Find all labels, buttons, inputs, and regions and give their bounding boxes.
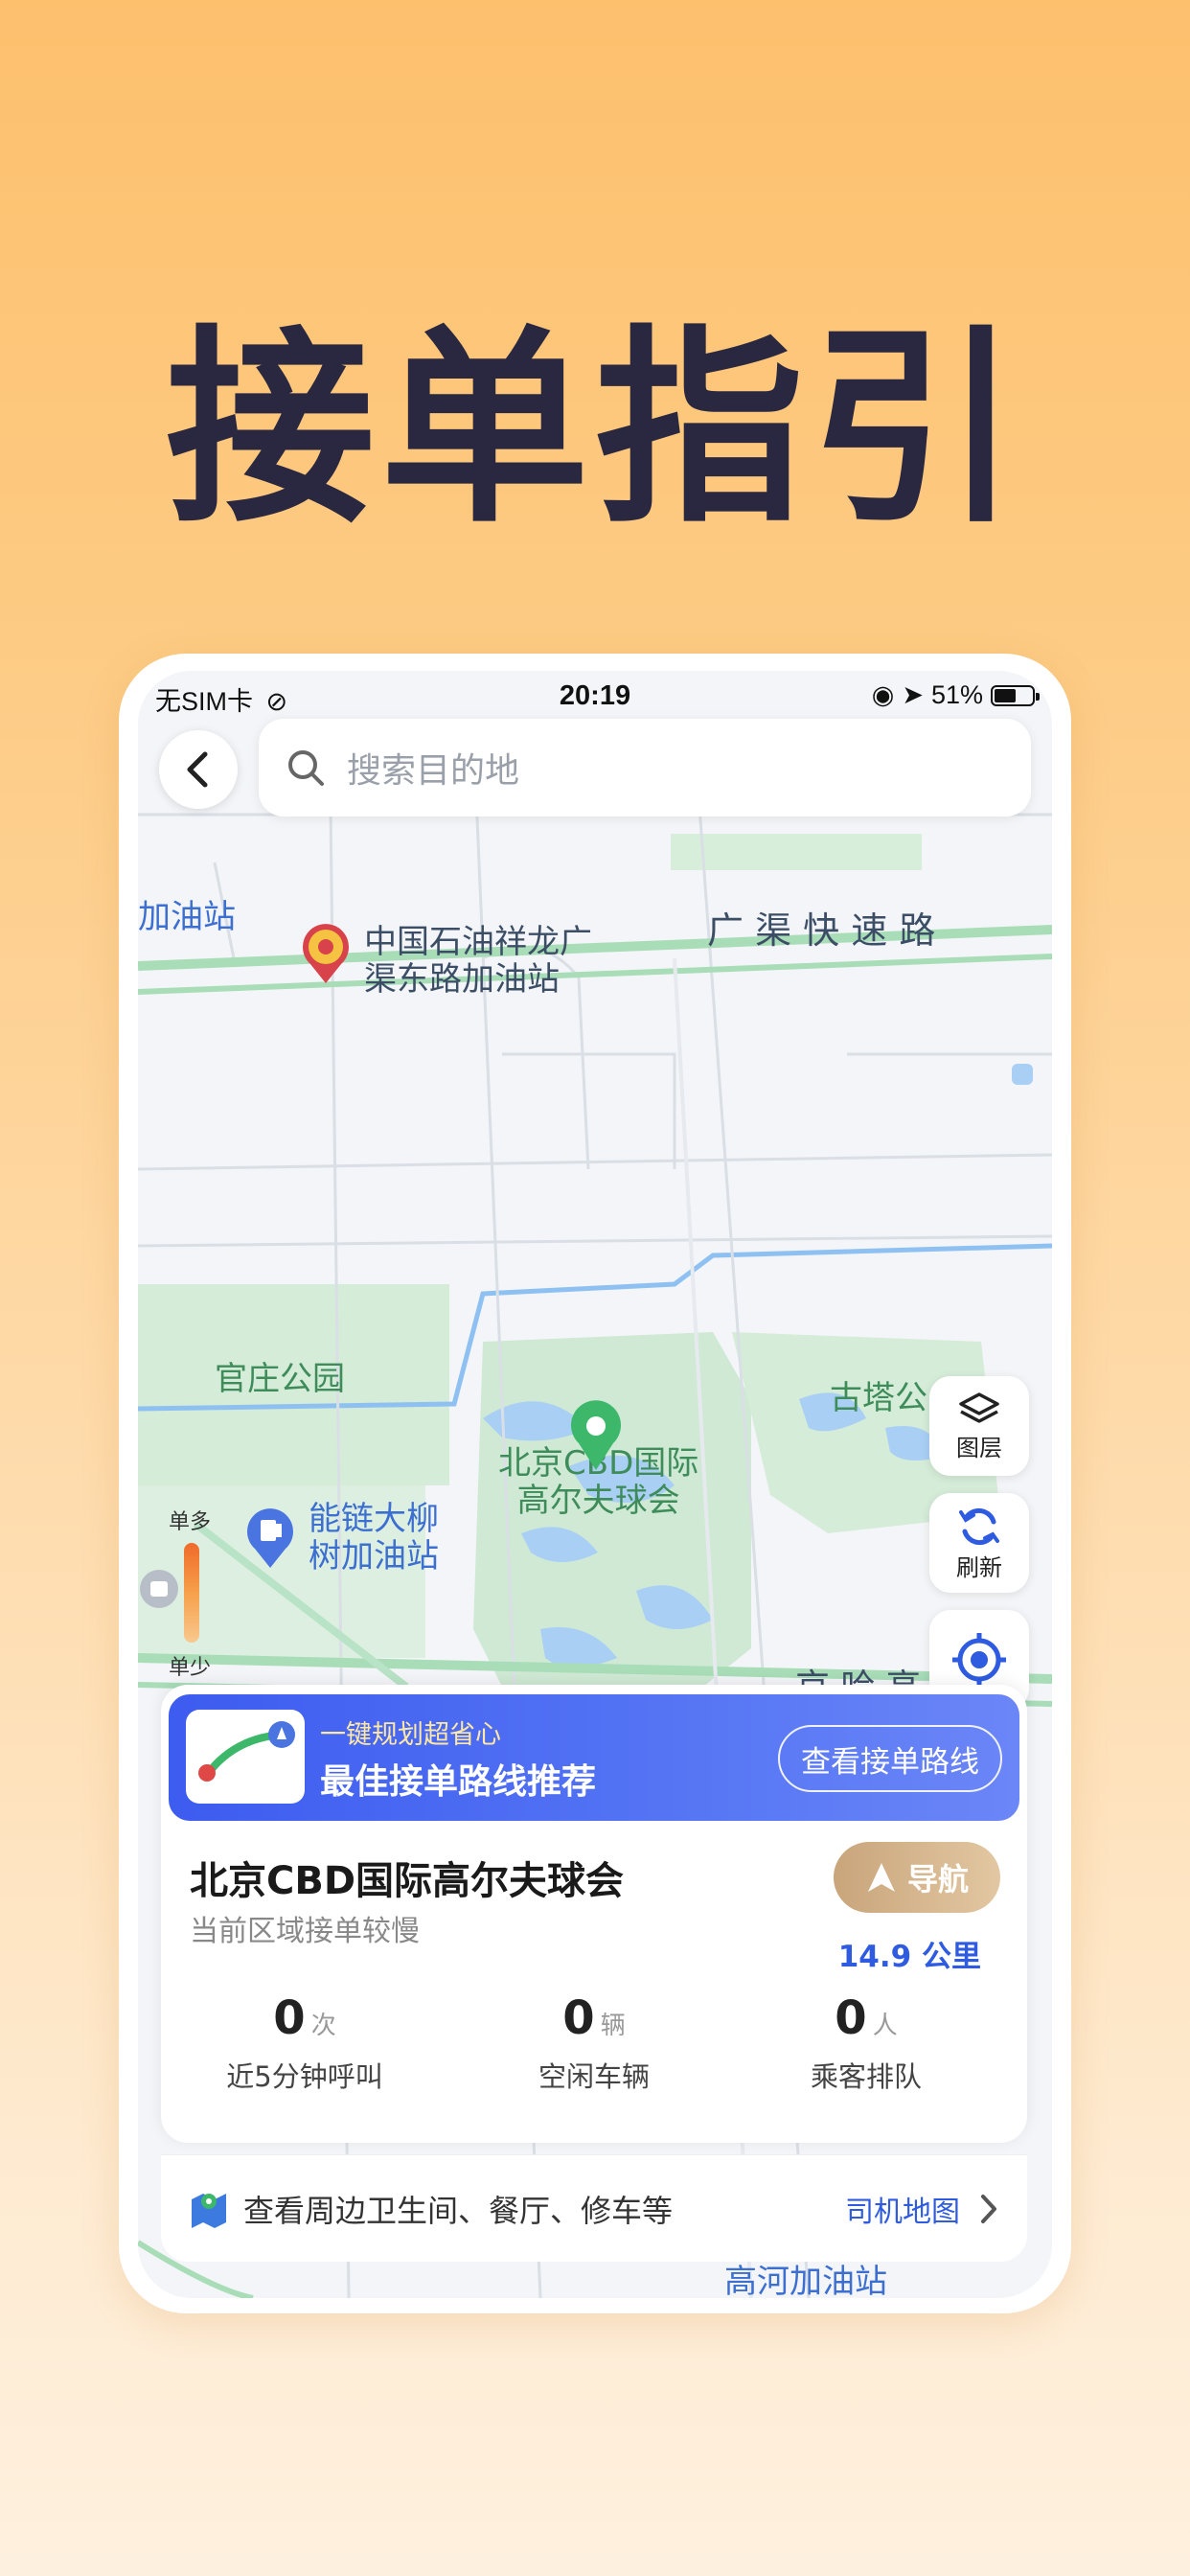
battery-percent: 51% [930,680,983,709]
driver-map-entry[interactable]: 查看周边卫生间、餐厅、修车等 司机地图 [161,2154,1027,2262]
map-pin-icon [192,2193,226,2228]
map-label-sinopec[interactable]: 中国石油祥龙广 渠东路加油站 [364,923,592,999]
map-poi-sinopec[interactable] [299,922,353,989]
search-placeholder: 搜索目的地 [347,751,520,791]
search-input[interactable]: 搜索目的地 [259,719,1031,816]
status-right: ◉ ➤ 51% [871,680,1040,710]
location-arrow-icon: ➤ [902,680,924,709]
map-label-gutai-park[interactable]: 古塔公 [830,1379,927,1417]
heat-legend: 单多 单少 [169,1505,211,1681]
refresh-label: 刷新 [956,1553,1002,1581]
page-headline: 接单指引 [166,309,1024,551]
map-label-park-guanzhuang[interactable]: 官庄公园 [215,1360,345,1398]
stat-unit: 人 [872,2012,898,2040]
view-route-button[interactable]: 查看接单路线 [778,1725,1002,1792]
stat-idle-cars: 0辆 空闲车辆 [450,1991,738,2095]
map-label-liushu-station[interactable]: 能链大柳 树加油站 [309,1500,439,1576]
stat-unit: 次 [310,2012,336,2040]
back-button[interactable] [159,730,238,809]
place-name: 北京CBD国际高尔夫球会 [190,1859,625,1903]
destination-pin-icon[interactable] [567,1399,625,1472]
heat-legend-top: 单多 [169,1510,212,1534]
stat-unit: 辆 [600,2012,626,2040]
map-label-road-guangqu: 广 渠 快 速 路 [707,909,936,952]
layers-label: 图层 [956,1434,1002,1461]
refresh-button[interactable]: 刷新 [929,1493,1029,1593]
place-note: 当前区域接单较慢 [190,1915,420,1948]
distance-value: 14.9 公里 [837,1940,981,1974]
heat-legend-bottom: 单少 [169,1656,212,1680]
navigation-arrow-icon [867,1863,895,1892]
stat-label: 空闲车辆 [538,2060,650,2093]
stat-label: 乘客排队 [810,2060,922,2093]
petrochina-icon [303,924,349,983]
map-poi-liushu-station[interactable] [243,1506,297,1574]
driver-map-text: 查看周边卫生间、餐厅、修车等 [243,2192,674,2229]
route-map-icon [198,1721,295,1782]
chevron-left-icon [187,751,208,788]
gas-pump-icon [247,1508,293,1568]
banner-title: 最佳接单路线推荐 [320,1762,597,1802]
banner-subtitle: 一键规划超省心 [320,1720,501,1750]
refresh-icon [959,1507,999,1545]
layers-button[interactable]: 图层 [929,1376,1029,1476]
stat-value: 0 [273,1991,306,2045]
route-banner[interactable]: 一键规划超省心 最佳接单路线推荐 查看接单路线 [169,1694,1019,1821]
stat-queue: 0人 乘客排队 [722,1991,1010,2095]
place-info-panel: 一键规划超省心 最佳接单路线推荐 查看接单路线 北京CBD国际高尔夫球会 当前区… [161,1685,1027,2143]
route-thumbnail [186,1710,305,1804]
status-bar: 无SIM卡 ⊘ 20:19 ◉ ➤ 51% [138,671,1052,724]
rotation-lock-icon: ◉ [871,680,895,709]
navigate-label: 导航 [906,1861,969,1898]
crosshair-icon [952,1633,1006,1687]
phone-frame: 无SIM卡 ⊘ 20:19 ◉ ➤ 51% 搜索目的地 加油站 中国石油祥龙广 … [119,654,1071,2313]
app-screen: 无SIM卡 ⊘ 20:19 ◉ ➤ 51% 搜索目的地 加油站 中国石油祥龙广 … [138,671,1052,2298]
navigate-button[interactable]: 导航 [834,1842,1000,1913]
heat-gradient-bar [184,1543,199,1643]
battery-icon [991,684,1040,706]
driver-map-link[interactable]: 司机地图 [845,2188,960,2230]
stat-value: 0 [562,1991,595,2045]
map-label-gas-station-left[interactable]: 加油站 [138,898,236,936]
map-label-bottom-station[interactable]: 高河加油站 [724,2263,887,2298]
stat-calls: 0次 近5分钟呼叫 [161,1991,448,2095]
layers-icon [959,1392,999,1423]
chevron-right-icon [981,2194,996,2223]
stat-label: 近5分钟呼叫 [226,2060,383,2093]
search-icon [288,750,324,786]
stat-value: 0 [835,1991,867,2045]
